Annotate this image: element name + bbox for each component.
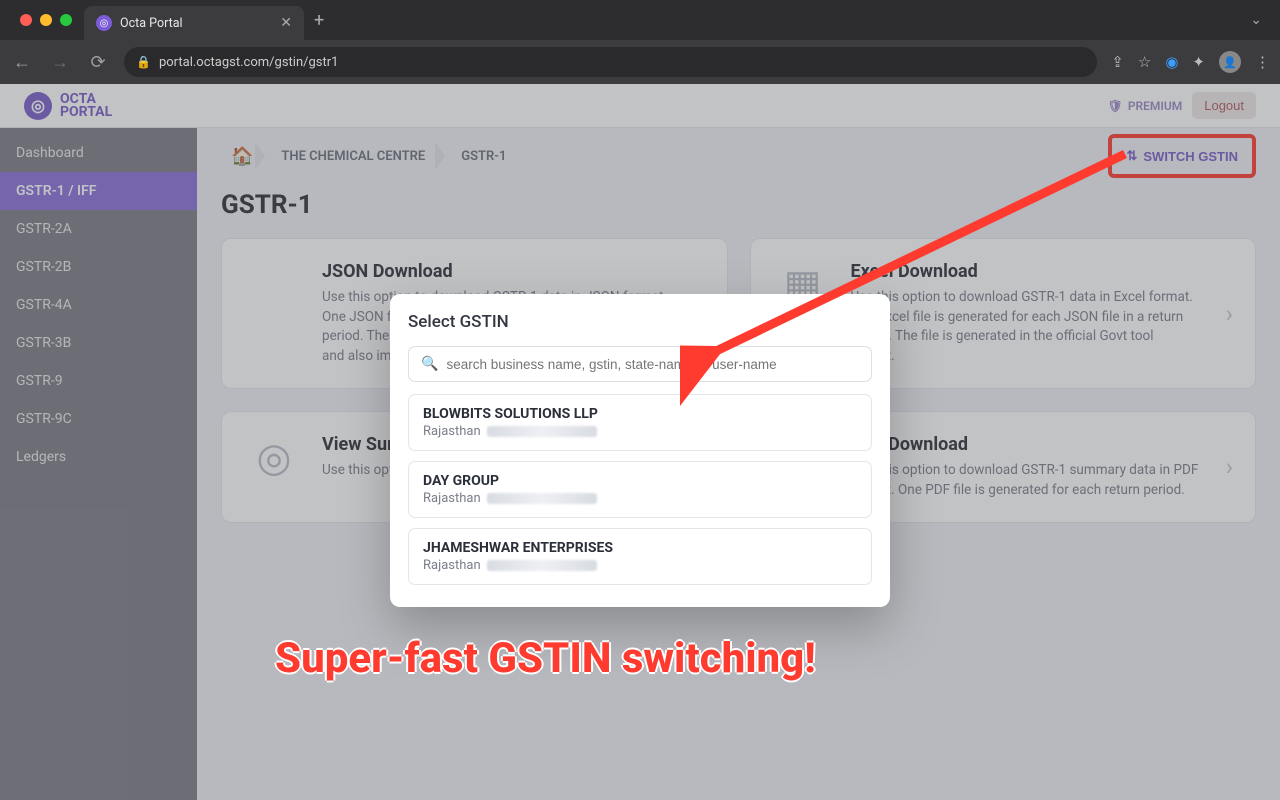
gstin-item[interactable]: JHAMESHWAR ENTERPRISES Rajasthan — [408, 528, 872, 585]
card-title: Excel Download — [851, 261, 1200, 282]
switch-gstin-label: SWITCH GSTIN — [1143, 149, 1238, 164]
switch-icon: ⇅ — [1126, 148, 1137, 164]
share-icon[interactable]: ⇪ — [1111, 53, 1124, 71]
forward-icon[interactable]: → — [48, 52, 72, 73]
window-close-icon[interactable] — [20, 14, 32, 26]
lock-icon: 🔒 — [136, 55, 151, 69]
gstin-subtext: Rajasthan — [423, 424, 857, 439]
tab-close-icon[interactable]: ✕ — [280, 15, 292, 31]
card-title: JSON Download — [322, 261, 671, 282]
sidebar-item-gstr-2b[interactable]: GSTR-2B — [0, 248, 197, 286]
gstin-subtext: Rajasthan — [423, 491, 857, 506]
sidebar-item-gstr-2a[interactable]: GSTR-2A — [0, 210, 197, 248]
sidebar-item-gstr-1-iff[interactable]: GSTR-1 / IFF — [0, 172, 197, 210]
brand-logo-icon: ◎ — [24, 92, 52, 120]
switch-gstin-highlight: ⇅ SWITCH GSTIN — [1108, 134, 1256, 178]
gstin-name: BLOWBITS SOLUTIONS LLP — [423, 406, 857, 422]
window-minimize-icon[interactable] — [40, 14, 52, 26]
select-gstin-modal: Select GSTIN 🔍 BLOWBITS SOLUTIONS LLP Raj… — [390, 294, 890, 607]
gstin-name: DAY GROUP — [423, 473, 857, 489]
star-icon[interactable]: ☆ — [1138, 53, 1151, 71]
sidebar-item-gstr-9c[interactable]: GSTR-9C — [0, 400, 197, 438]
address-bar[interactable]: 🔒 portal.octagst.com/gstin/gstr1 — [124, 47, 1097, 77]
sidebar-item-gstr-4a[interactable]: GSTR-4A — [0, 286, 197, 324]
profile-avatar-icon[interactable]: 👤 — [1219, 51, 1241, 73]
browser-tab[interactable]: ◎ Octa Portal ✕ — [84, 6, 304, 40]
back-icon[interactable]: ← — [10, 52, 34, 73]
gstin-item[interactable]: BLOWBITS SOLUTIONS LLP Rajasthan — [408, 394, 872, 451]
tabs-dropdown-icon[interactable]: ⌄ — [1250, 12, 1272, 28]
browser-chrome: ◎ Octa Portal ✕ + ⌄ ← → ⟳ 🔒 portal.octag… — [0, 0, 1280, 84]
logout-button[interactable]: Logout — [1192, 92, 1256, 119]
window-controls — [8, 14, 84, 26]
extension-octa-icon[interactable]: ◉ — [1165, 53, 1178, 71]
premium-icon: 🛡 — [1108, 99, 1123, 113]
chevron-right-icon: › — [1226, 300, 1233, 328]
sidebar-item-ledgers[interactable]: Ledgers — [0, 438, 197, 476]
url-text: portal.octagst.com/gstin/gstr1 — [159, 55, 339, 70]
gstin-item[interactable]: DAY GROUP Rajasthan — [408, 461, 872, 518]
reload-icon[interactable]: ⟳ — [86, 52, 110, 73]
extensions-icon[interactable]: ✦ — [1192, 53, 1205, 71]
sidebar: DashboardGSTR-1 / IFFGSTR-2AGSTR-2BGSTR-… — [0, 128, 197, 800]
breadcrumb-1[interactable]: GSTR-1 — [443, 141, 524, 172]
card-icon: ◎ — [244, 434, 304, 481]
gstin-redacted — [487, 560, 597, 571]
gstin-redacted — [487, 426, 597, 437]
breadcrumb-0[interactable]: THE CHEMICAL CENTRE — [263, 141, 443, 172]
premium-badge[interactable]: 🛡 PREMIUM — [1108, 99, 1183, 113]
premium-label: PREMIUM — [1128, 99, 1182, 113]
brand-logo[interactable]: ◎ OCTA PORTAL — [24, 92, 112, 120]
switch-gstin-button[interactable]: ⇅ SWITCH GSTIN — [1112, 138, 1252, 174]
chevron-right-icon: › — [1226, 453, 1233, 481]
browser-menu-icon[interactable]: ⋮ — [1255, 53, 1270, 71]
page-title: GSTR-1 — [221, 190, 1256, 220]
gstin-redacted — [487, 493, 597, 504]
gstin-search-box[interactable]: 🔍 — [408, 346, 872, 382]
tab-title: Octa Portal — [120, 16, 183, 31]
gstin-subtext: Rajasthan — [423, 558, 857, 573]
card-title: PDF Download — [851, 434, 1200, 455]
tab-favicon-icon: ◎ — [96, 15, 112, 31]
gstin-name: JHAMESHWAR ENTERPRISES — [423, 540, 857, 556]
sidebar-item-gstr-3b[interactable]: GSTR-3B — [0, 324, 197, 362]
sidebar-item-gstr-9[interactable]: GSTR-9 — [0, 362, 197, 400]
brand-line2: PORTAL — [60, 106, 112, 119]
card-desc: Use this option to download GSTR-1 summa… — [851, 461, 1200, 500]
sidebar-item-dashboard[interactable]: Dashboard — [0, 134, 197, 172]
card-desc: Use this option to download GSTR-1 data … — [851, 288, 1200, 366]
gstin-search-input[interactable] — [446, 357, 859, 372]
modal-title: Select GSTIN — [408, 312, 872, 332]
search-icon: 🔍 — [421, 356, 438, 372]
window-zoom-icon[interactable] — [60, 14, 72, 26]
app-topbar: ◎ OCTA PORTAL 🛡 PREMIUM Logout — [0, 84, 1280, 128]
new-tab-icon[interactable]: + — [314, 10, 324, 31]
